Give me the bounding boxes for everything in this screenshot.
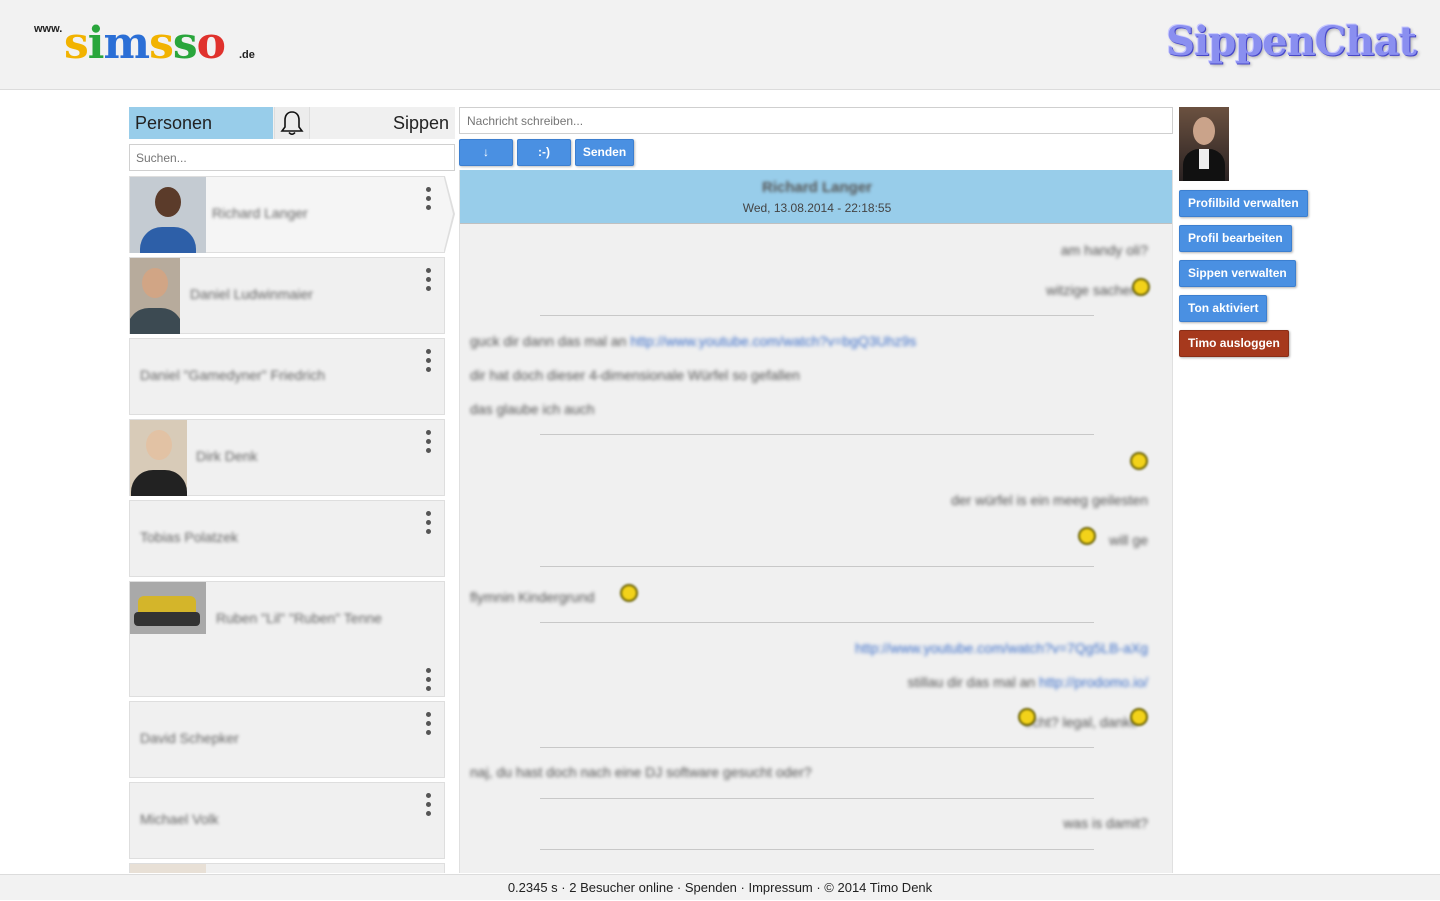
logo-letter: o: [196, 18, 226, 69]
chat-message: dir hat doch dieser 4-dimensionale Würfe…: [470, 367, 800, 383]
person-name: Daniel "Gamedyner" Friedrich: [140, 367, 326, 383]
chat-message: am handy oli?: [1060, 242, 1148, 258]
message-divider: [540, 315, 1094, 316]
logo-letter: i: [87, 18, 105, 69]
person-name: Tobias Polatzek: [140, 529, 239, 545]
footer: 0.2345 s · 2 Besucher online · Spenden ·…: [0, 874, 1440, 900]
list-item[interactable]: David Schepker: [129, 701, 445, 778]
list-item[interactable]: Richard Langer: [129, 176, 445, 253]
message-divider: [540, 434, 1094, 435]
smiley-emoticon-icon: [620, 584, 638, 602]
message-input[interactable]: [459, 107, 1173, 134]
chat-message: das glaube ich auch: [470, 401, 595, 417]
person-name: Ruben "Lil" "Ruben" Tenne: [216, 610, 382, 626]
person-name: Daniel Ludwinmaier: [190, 286, 313, 302]
profile-photo[interactable]: [1179, 107, 1229, 181]
message-divider: [540, 849, 1094, 850]
logo-suffix: .de: [239, 49, 255, 61]
send-button[interactable]: Senden: [575, 139, 634, 166]
person-name: David Schepker: [140, 730, 239, 746]
more-options-icon[interactable]: [424, 712, 432, 738]
list-tabs: Personen Sippen: [129, 107, 455, 139]
avatar: [130, 582, 206, 634]
message-divider: [540, 622, 1094, 623]
chat-panel[interactable]: Richard Langer Wed, 13.08.2014 - 22:18:5…: [459, 170, 1173, 873]
chat-message: http://www.youtube.com/watch?v=7Qg5LB-aX…: [855, 640, 1148, 656]
list-item[interactable]: [129, 863, 445, 873]
tab-personen[interactable]: Personen: [129, 107, 273, 139]
message-link[interactable]: http://prodomo.io/: [1039, 674, 1148, 690]
logo-letter: m: [103, 18, 151, 69]
chat-partner-name: Richard Langer: [761, 179, 873, 196]
message-divider: [540, 747, 1094, 748]
more-options-icon[interactable]: [424, 187, 432, 213]
message-divider: [540, 566, 1094, 567]
logo-word: simsso: [64, 18, 226, 69]
logo-prefix: www.: [34, 23, 63, 35]
more-options-icon[interactable]: [424, 793, 432, 819]
smiley-emoticon-icon: [1078, 527, 1096, 545]
smiley-emoticon-icon: [1132, 278, 1150, 296]
edit-profile-button[interactable]: Profil bearbeiten: [1179, 225, 1292, 252]
header: www. simsso .de SippenChat: [0, 0, 1440, 90]
smiley-button[interactable]: :-): [517, 139, 571, 166]
chat-message: will ge: [1109, 532, 1148, 548]
smiley-emoticon-icon: [1130, 452, 1148, 470]
manage-profile-picture-button[interactable]: Profilbild verwalten: [1179, 190, 1308, 217]
person-name: Richard Langer: [212, 205, 308, 221]
chat-message: stillau dir das mal an http://prodomo.io…: [907, 674, 1148, 690]
avatar: [130, 258, 180, 334]
list-item[interactable]: Dirk Denk: [129, 419, 445, 496]
logo-letter: s: [172, 18, 198, 69]
chat-message: echt? legal, danke: [1024, 714, 1138, 730]
more-options-icon[interactable]: [424, 668, 432, 694]
avatar: [130, 177, 206, 253]
sound-toggle-button[interactable]: Ton aktiviert: [1179, 295, 1268, 322]
chat-message: witzige sachen: [1046, 282, 1138, 298]
message-link[interactable]: http://www.youtube.com/watch?v=7Qg5LB-aX…: [855, 640, 1148, 656]
logout-button[interactable]: Timo ausloggen: [1179, 330, 1289, 357]
message-divider: [540, 798, 1094, 799]
more-options-icon[interactable]: [424, 349, 432, 375]
chat-message: der würfel is ein meeg geilesten: [951, 492, 1148, 508]
tab-sippen[interactable]: Sippen: [393, 107, 449, 139]
selection-arrow-fill: [444, 178, 453, 250]
chat-header: Richard Langer Wed, 13.08.2014 - 22:18:5…: [460, 170, 1172, 224]
bell-icon: [280, 111, 304, 136]
tab-notifications[interactable]: [274, 107, 310, 139]
list-item[interactable]: Ruben "Lil" "Ruben" Tenne: [129, 581, 445, 697]
search-input[interactable]: [129, 144, 455, 171]
list-item[interactable]: Michael Volk: [129, 782, 445, 859]
list-item[interactable]: Daniel "Gamedyner" Friedrich: [129, 338, 445, 415]
chat-timestamp: Wed, 13.08.2014 - 22:18:55: [742, 201, 892, 215]
sippenchat-brand[interactable]: SippenChat: [1166, 18, 1417, 65]
list-item[interactable]: Tobias Polatzek: [129, 500, 445, 577]
chat-message: naj, du hast doch nach eine DJ software …: [470, 764, 812, 780]
chat-message: was is damit?: [1063, 815, 1148, 831]
scroll-down-button[interactable]: ↓: [459, 139, 513, 166]
people-list: Richard Langer Daniel Ludwinmaier Daniel…: [129, 176, 445, 873]
smiley-emoticon-icon: [1130, 708, 1148, 726]
chat-message: flymnin Kindergrund: [470, 589, 595, 605]
avatar: [130, 864, 206, 873]
list-item[interactable]: Daniel Ludwinmaier: [129, 257, 445, 334]
chat-message: guck dir dann das mal an http://www.yout…: [470, 333, 917, 349]
manage-sippen-button[interactable]: Sippen verwalten: [1179, 260, 1296, 287]
more-options-icon[interactable]: [424, 430, 432, 456]
person-name: Dirk Denk: [196, 448, 258, 464]
more-options-icon[interactable]: [424, 511, 432, 537]
person-name: Michael Volk: [140, 811, 219, 827]
avatar: [130, 420, 187, 496]
logo-letter: s: [64, 18, 89, 69]
message-link[interactable]: http://www.youtube.com/watch?v=bgQ3Uhz9s: [630, 333, 916, 349]
logo-letter: s: [149, 18, 174, 69]
smiley-emoticon-icon: [1018, 708, 1036, 726]
more-options-icon[interactable]: [424, 268, 432, 294]
